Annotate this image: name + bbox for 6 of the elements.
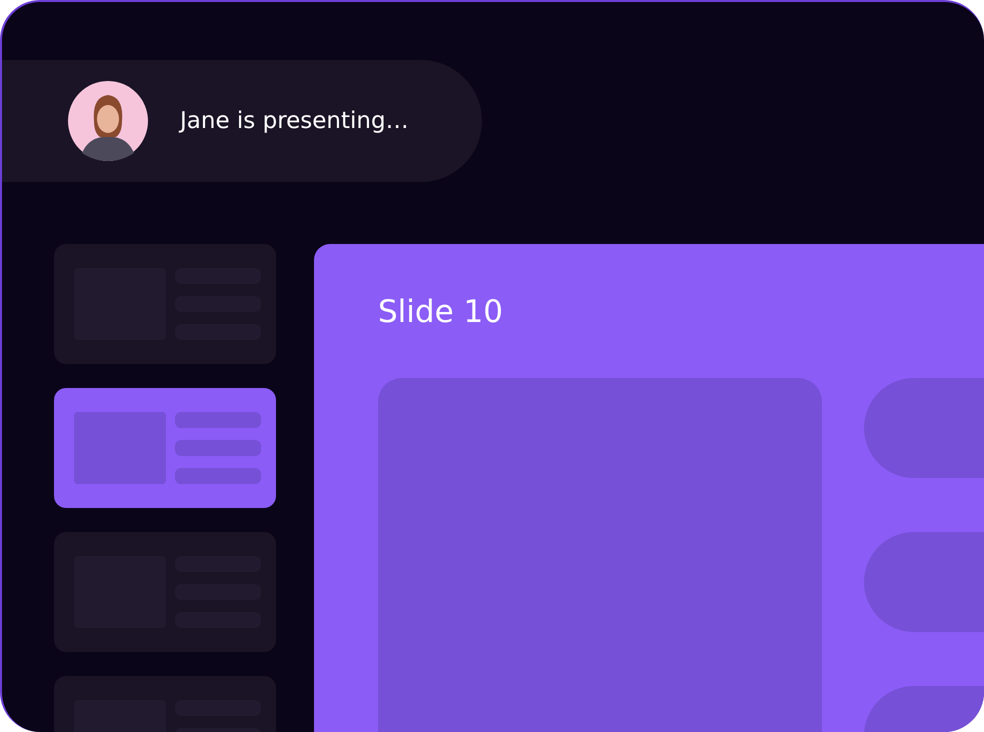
presenter-status: Jane is presenting… — [180, 108, 409, 134]
avatar-icon — [68, 81, 148, 161]
slide-title: Slide 10 — [378, 293, 503, 332]
slide-thumbnail[interactable] — [54, 388, 276, 508]
slide-thumbnail[interactable] — [54, 244, 276, 364]
slide-thumbnail[interactable] — [54, 532, 276, 652]
